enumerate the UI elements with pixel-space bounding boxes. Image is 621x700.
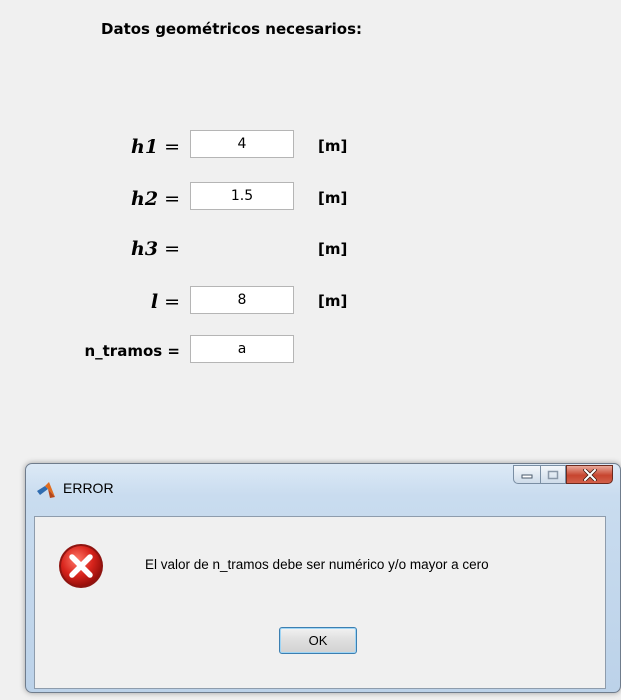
minimize-button[interactable] xyxy=(513,465,540,484)
n-tramos-input[interactable]: a xyxy=(190,335,294,363)
maximize-button[interactable] xyxy=(540,465,566,484)
l-unit: [m] xyxy=(318,292,348,310)
label-l-equals: = xyxy=(164,291,180,313)
dialog-title: ERROR xyxy=(63,480,114,496)
label-h2-symbol: h2 xyxy=(131,188,159,210)
error-message: El valor de n_tramos debe ser numérico y… xyxy=(145,557,489,572)
label-l-symbol: l xyxy=(150,291,159,313)
label-h1-symbol: h1 xyxy=(131,136,159,158)
label-h3: h3 = xyxy=(0,238,180,260)
dialog-body: El valor de n_tramos debe ser numérico y… xyxy=(34,516,606,689)
h1-unit: [m] xyxy=(318,137,348,155)
close-button[interactable] xyxy=(566,465,613,484)
panel-title: Datos geométricos necesarios: xyxy=(101,20,363,38)
minimize-icon xyxy=(521,474,533,478)
label-h2: h2 = xyxy=(0,188,180,210)
label-l: l = xyxy=(0,291,180,313)
ok-button[interactable]: OK xyxy=(279,627,357,654)
h2-unit: [m] xyxy=(318,189,348,207)
close-icon xyxy=(582,468,597,481)
label-h3-symbol: h3 xyxy=(131,238,159,260)
label-h1: h1 = xyxy=(0,136,180,158)
h3-unit: [m] xyxy=(318,240,348,258)
h2-input[interactable]: 1.5 xyxy=(190,182,294,210)
window-controls xyxy=(513,465,613,485)
error-icon xyxy=(59,544,103,588)
label-n-tramos-equals: = xyxy=(167,342,180,360)
label-n-tramos-symbol: n_tramos xyxy=(84,342,163,360)
label-h2-equals: = xyxy=(164,188,180,210)
l-input[interactable]: 8 xyxy=(190,286,294,314)
h1-input[interactable]: 4 xyxy=(190,130,294,158)
label-n-tramos: n_tramos = xyxy=(0,342,180,360)
matlab-icon xyxy=(37,482,55,498)
error-dialog: ERROR El valor de n_tramos debe ser numé… xyxy=(25,463,621,693)
maximize-icon xyxy=(547,470,559,479)
label-h1-equals: = xyxy=(164,136,180,158)
label-h3-equals: = xyxy=(164,238,180,260)
